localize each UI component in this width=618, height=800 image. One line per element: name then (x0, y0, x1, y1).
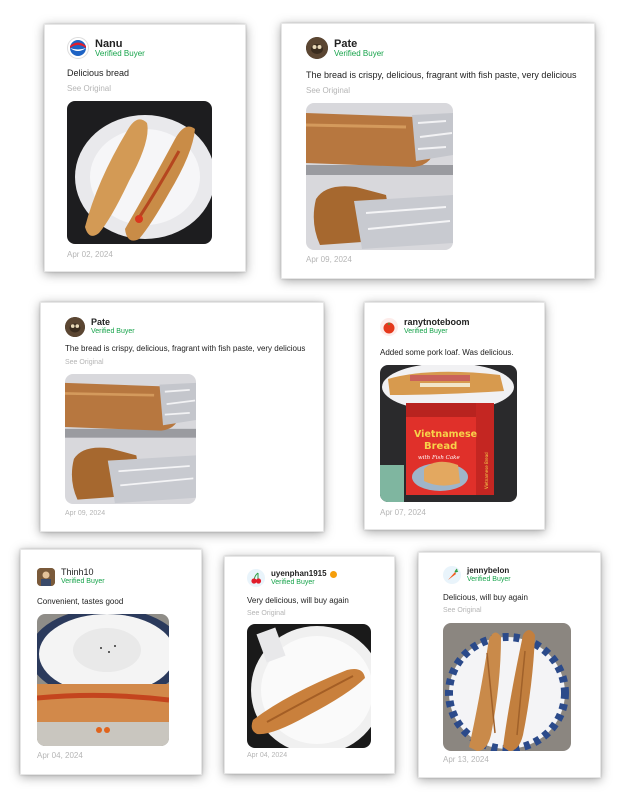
review-card: jennybelon Verified Buyer Delicious, wil… (418, 552, 601, 778)
verified-buyer-label: Verified Buyer (95, 48, 145, 58)
see-original-link[interactable]: See Original (67, 84, 111, 93)
package-title-line1: Vietnamese (414, 429, 477, 440)
see-original-link[interactable]: See Original (443, 607, 482, 614)
user-photo-icon (37, 568, 55, 586)
review-photo[interactable] (306, 103, 453, 250)
see-original-link[interactable]: See Original (247, 610, 286, 617)
cherry-icon (247, 569, 265, 587)
carrot-icon (443, 566, 461, 584)
review-text: Convenient, tastes good (37, 597, 124, 606)
reviewer-name[interactable]: Nanu (95, 38, 145, 50)
review-date: Apr 04, 2024 (247, 752, 288, 759)
review-text: The bread is crispy, delicious, fragrant… (65, 344, 306, 353)
review-photo[interactable] (443, 623, 571, 751)
see-original-link[interactable]: See Original (65, 359, 104, 366)
reviewer-name[interactable]: Pate (91, 317, 135, 328)
reviewer-name[interactable]: Pate (334, 38, 384, 50)
reviewer-name[interactable]: uyenphan1915 (271, 569, 337, 579)
review-text: The bread is crispy, delicious, fragrant… (306, 70, 577, 80)
pepsi-logo-icon (67, 37, 89, 59)
review-card: uyenphan1915 Verified Buyer Very delicio… (224, 556, 395, 774)
verified-buyer-label: Verified Buyer (271, 578, 315, 586)
review-text: Delicious, will buy again (443, 593, 528, 602)
review-photo[interactable] (67, 101, 212, 244)
review-text: Delicious bread (67, 68, 130, 78)
review-photo[interactable] (65, 374, 196, 504)
review-card: Pate Verified Buyer The bread is crispy,… (40, 302, 324, 532)
review-date: Apr 09, 2024 (65, 510, 106, 517)
review-card: Pate Verified Buyer The bread is crispy,… (281, 23, 595, 279)
reviewer-name[interactable]: jennybelon (467, 566, 511, 576)
verified-buyer-label: Verified Buyer (404, 328, 448, 336)
reviewer-name[interactable]: ranytnoteboom (404, 317, 470, 328)
review-text: Very delicious, will buy again (247, 596, 349, 605)
review-photo[interactable] (37, 614, 169, 746)
review-card: Thinh10 Verified Buyer Convenient, taste… (20, 549, 202, 775)
reviewer-name[interactable]: Thinh10 (61, 567, 105, 578)
review-card: ranytnoteboom Verified Buyer Added some … (364, 302, 545, 530)
review-date: Apr 07, 2024 (380, 508, 426, 517)
verified-buyer-label: Verified Buyer (334, 48, 384, 58)
tomato-icon (380, 318, 398, 336)
review-date: Apr 04, 2024 (37, 751, 83, 760)
reviewer-name-text[interactable]: uyenphan1915 (271, 569, 327, 579)
verified-buyer-label: Verified Buyer (467, 575, 511, 583)
review-photo[interactable] (247, 624, 371, 748)
review-date: Apr 09, 2024 (306, 255, 352, 264)
verified-buyer-label: Verified Buyer (91, 328, 135, 336)
package-side-text: Vietnamese Bread (484, 452, 489, 489)
review-photo[interactable]: Vietnamese Bread with Fish Cake Vietname… (380, 365, 517, 502)
package-title-line2: Bread (424, 441, 457, 452)
review-text: Added some pork loaf. Was delicious. (380, 348, 514, 357)
review-date: Apr 13, 2024 (443, 755, 489, 764)
review-card: Nanu Verified Buyer Delicious bread See … (44, 24, 246, 272)
user-photo-icon (306, 37, 328, 59)
verified-buyer-label: Verified Buyer (61, 578, 105, 586)
user-photo-icon (65, 317, 85, 337)
package-subtitle: with Fish Cake (418, 455, 460, 461)
review-date: Apr 02, 2024 (67, 250, 113, 259)
see-original-link[interactable]: See Original (306, 86, 350, 95)
badge-icon (329, 570, 337, 578)
